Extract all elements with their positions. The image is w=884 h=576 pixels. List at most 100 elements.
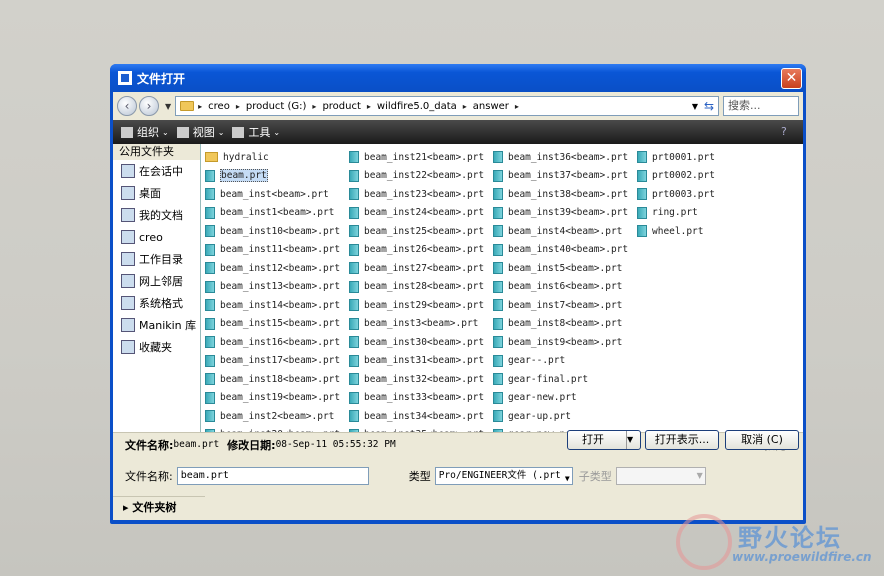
file-item[interactable]: beam_inst37<beam>.prt	[493, 167, 628, 186]
filename-input[interactable]: beam.prt	[176, 467, 369, 485]
file-item[interactable]: beam_inst40<beam>.prt	[493, 241, 628, 260]
file-item[interactable]: beam_inst24<beam>.prt	[349, 204, 484, 223]
forward-button[interactable]: ›	[139, 96, 159, 116]
file-name: beam_inst13<beam>.prt	[220, 281, 341, 293]
file-item[interactable]: beam_inst23<beam>.prt	[349, 185, 484, 204]
file-item[interactable]: ring.prt	[637, 204, 715, 223]
file-item[interactable]: beam_inst8<beam>.prt	[493, 315, 628, 334]
sidebar-item-network[interactable]: 网上邻居	[113, 270, 200, 292]
file-item[interactable]: beam_inst31<beam>.prt	[349, 352, 484, 371]
address-dropdown-icon[interactable]: ▼	[692, 102, 698, 111]
open-dropdown-icon[interactable]: ▼	[626, 431, 640, 449]
file-item[interactable]: beam_inst10<beam>.prt	[205, 222, 340, 241]
subtype-select[interactable]: ▼	[615, 467, 706, 485]
file-item[interactable]: beam_inst11<beam>.prt	[205, 241, 340, 260]
file-item[interactable]: prt0002.prt	[637, 167, 715, 186]
file-item[interactable]: beam_inst21<beam>.prt	[349, 148, 484, 167]
sidebar-item-in-session[interactable]: 在会话中	[113, 160, 200, 182]
file-item[interactable]: beam_inst38<beam>.prt	[493, 185, 628, 204]
part-file-icon	[493, 262, 503, 275]
file-item[interactable]: beam_inst16<beam>.prt	[205, 333, 340, 352]
file-item[interactable]: beam_inst30<beam>.prt	[349, 333, 484, 352]
file-item[interactable]: gear--.prt	[493, 352, 628, 371]
dialog-body: ‹ › ▼ ▸ creo ▸ product (G:) ▸ product ▸ …	[113, 92, 803, 520]
file-name: hydralic	[223, 151, 269, 163]
file-item[interactable]: beam_inst5<beam>.prt	[493, 259, 628, 278]
file-item[interactable]: beam_inst4<beam>.prt	[493, 222, 628, 241]
sidebar-item-creo[interactable]: creo	[113, 226, 200, 248]
sidebar-item-my-documents[interactable]: 我的文档	[113, 204, 200, 226]
breadcrumb-item[interactable]: creo	[208, 101, 230, 112]
help-icon[interactable]: ?	[781, 125, 795, 139]
open-rep-button[interactable]: 打开表示...	[645, 430, 719, 450]
sidebar-item-favorites[interactable]: 收藏夹	[113, 336, 200, 358]
file-item[interactable]: beam_inst25<beam>.prt	[349, 222, 484, 241]
file-item[interactable]: beam_inst2<beam>.prt	[205, 407, 340, 426]
close-button[interactable]: ✕	[781, 68, 802, 89]
file-item[interactable]: beam_inst36<beam>.prt	[493, 148, 628, 167]
filename-label: 文件名称:	[125, 470, 173, 483]
back-button[interactable]: ‹	[117, 96, 137, 116]
file-name: beam_inst33<beam>.prt	[364, 392, 485, 404]
file-item[interactable]: beam_inst33<beam>.prt	[349, 389, 484, 408]
type-select[interactable]: Pro/ENGINEER文件 (.prt ▼	[434, 467, 573, 485]
file-item[interactable]: beam_inst39<beam>.prt	[493, 204, 628, 223]
sidebar-item-manikin-library[interactable]: Manikin 库	[113, 314, 200, 336]
file-name: prt0001.prt	[652, 151, 715, 163]
file-item[interactable]: beam_inst6<beam>.prt	[493, 278, 628, 297]
breadcrumb-item[interactable]: wildfire5.0_data	[377, 101, 457, 112]
views-menu[interactable]: 视图 ⌄	[176, 124, 224, 140]
file-item[interactable]: beam_inst27<beam>.prt	[349, 259, 484, 278]
sidebar-item-desktop[interactable]: 桌面	[113, 182, 200, 204]
part-file-icon	[493, 373, 503, 386]
file-item[interactable]: beam_inst19<beam>.prt	[205, 389, 340, 408]
open-button[interactable]: 打开 ▼	[567, 430, 641, 450]
file-item[interactable]: beam_inst17<beam>.prt	[205, 352, 340, 371]
file-item[interactable]: gear-final.prt	[493, 370, 628, 389]
file-item[interactable]: hydralic	[205, 148, 340, 167]
file-item[interactable]: gear-up.prt	[493, 407, 628, 426]
file-item[interactable]: beam_inst15<beam>.prt	[205, 315, 340, 334]
file-item[interactable]: beam_inst28<beam>.prt	[349, 278, 484, 297]
file-item[interactable]: beam_inst1<beam>.prt	[205, 204, 340, 223]
breadcrumb-item[interactable]: product (G:)	[246, 101, 307, 112]
file-item[interactable]: gear-new.prt	[493, 389, 628, 408]
file-item[interactable]: beam_inst32<beam>.prt	[349, 370, 484, 389]
file-item[interactable]: beam_inst9<beam>.prt	[493, 333, 628, 352]
file-name: beam_inst21<beam>.prt	[364, 151, 485, 163]
file-item[interactable]: beam_inst18<beam>.prt	[205, 370, 340, 389]
file-item[interactable]: prt0003.prt	[637, 185, 715, 204]
address-bar[interactable]: ▸ creo ▸ product (G:) ▸ product ▸ wildfi…	[175, 96, 719, 116]
file-item[interactable]: beam_inst7<beam>.prt	[493, 296, 628, 315]
chevron-right-icon: ▸	[312, 101, 317, 111]
file-item[interactable]: beam_inst12<beam>.prt	[205, 259, 340, 278]
breadcrumb-item[interactable]: answer	[473, 101, 509, 112]
file-item[interactable]: beam_inst<beam>.prt	[205, 185, 340, 204]
sidebar-item-working-directory[interactable]: 工作目录	[113, 248, 200, 270]
file-name: beam_inst23<beam>.prt	[364, 188, 485, 200]
refresh-icon[interactable]: ⇆	[704, 99, 714, 113]
breadcrumb-item[interactable]: product	[322, 101, 360, 112]
file-item[interactable]: prt0001.prt	[637, 148, 715, 167]
file-item[interactable]: beam_inst34<beam>.prt	[349, 407, 484, 426]
views-label: 视图	[192, 126, 215, 139]
file-item[interactable]: beam_inst22<beam>.prt	[349, 167, 484, 186]
file-item[interactable]: beam_inst3<beam>.prt	[349, 315, 484, 334]
sidebar-item-system-formats[interactable]: 系统格式	[113, 292, 200, 314]
cancel-button[interactable]: 取消 (C)	[725, 430, 799, 450]
tools-menu[interactable]: 工具 ⌄	[232, 124, 280, 140]
history-dropdown-icon[interactable]: ▼	[165, 102, 171, 111]
file-item[interactable]: beam_inst14<beam>.prt	[205, 296, 340, 315]
search-input[interactable]: 搜索...	[723, 96, 799, 116]
part-file-icon	[205, 391, 215, 404]
file-item[interactable]: beam.prt	[205, 167, 340, 186]
part-file-icon	[205, 262, 215, 275]
file-item[interactable]: wheel.prt	[637, 222, 715, 241]
file-item[interactable]: beam_inst26<beam>.prt	[349, 241, 484, 260]
part-file-icon	[349, 391, 359, 404]
file-item[interactable]: beam_inst29<beam>.prt	[349, 296, 484, 315]
documents-icon	[121, 208, 135, 222]
folder-tree-toggle[interactable]: ▸ 文件夹树	[113, 496, 205, 520]
organize-menu[interactable]: 组织 ⌄	[121, 124, 169, 140]
file-item[interactable]: beam_inst13<beam>.prt	[205, 278, 340, 297]
